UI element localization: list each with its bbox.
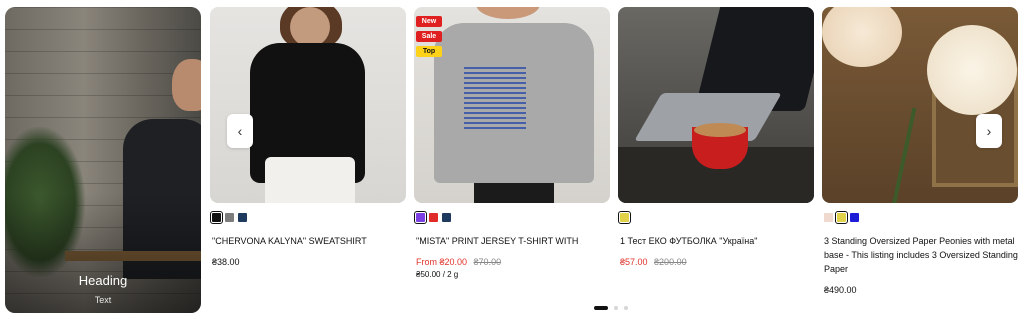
swatch-blush[interactable] (824, 212, 833, 222)
product-card[interactable]: 1 Тест ЕКО ФУТБОЛКА "Україна" ₴57.00 ₴20… (618, 7, 814, 267)
badge-top: Top (416, 46, 442, 57)
product-card[interactable]: New Sale Top "MISTA" PRINT JERSEY T-SHIR… (414, 7, 610, 279)
peony-large (927, 25, 1017, 115)
product-name[interactable]: "CHERVONA KALYNA" SWEATSHIRT (210, 234, 406, 248)
tshirt-print (464, 67, 526, 129)
product-image[interactable] (618, 7, 814, 203)
color-swatches (822, 210, 1018, 224)
color-swatches (210, 210, 406, 224)
pagination-dot[interactable] (594, 306, 608, 310)
model-head-image (172, 59, 201, 111)
product-name[interactable]: "MISTA" PRINT JERSEY T-SHIRT WITH (414, 234, 610, 248)
product-price: ₴38.00 (210, 257, 406, 267)
swatch-gray[interactable] (225, 212, 234, 222)
price-sale: From ₴20.00 (416, 257, 468, 267)
model-chin (476, 7, 540, 19)
prev-button[interactable]: ‹ (227, 114, 253, 148)
chevron-right-icon: › (986, 123, 992, 139)
promo-banner[interactable]: Heading Text (5, 7, 201, 313)
swatch-red[interactable] (429, 212, 438, 222)
price-old: ₴70.00 (473, 257, 502, 267)
promo-heading: Heading (78, 273, 128, 288)
promo-text: Text (94, 295, 112, 305)
next-button[interactable]: › (976, 114, 1002, 148)
unit-price: ₴50.00 / 2 g (416, 270, 459, 279)
price-regular: ₴38.00 (212, 257, 240, 267)
peony-small (822, 7, 902, 67)
flower-stem (891, 107, 917, 203)
swatch-yellow[interactable] (618, 210, 631, 224)
model-head (290, 7, 330, 47)
color-swatches (414, 210, 610, 224)
product-price: ₴490.00 (822, 285, 1018, 295)
pagination-dot[interactable] (624, 306, 628, 310)
chevron-left-icon: ‹ (237, 123, 243, 139)
pagination-dot[interactable] (614, 306, 618, 310)
pants (474, 183, 554, 203)
product-card[interactable]: 3 Standing Oversized Paper Peonies with … (822, 7, 1018, 295)
swatch-black[interactable] (210, 210, 223, 224)
swatch-navy[interactable] (238, 212, 247, 222)
swatch-navy[interactable] (442, 212, 451, 222)
price-regular: ₴490.00 (824, 285, 857, 295)
product-image[interactable]: New Sale Top (414, 7, 610, 203)
price-old: ₴200.00 (654, 257, 687, 267)
product-name[interactable]: 1 Тест ЕКО ФУТБОЛКА "Україна" (618, 234, 814, 248)
badge-new: New (416, 16, 442, 27)
pants (265, 157, 355, 203)
color-swatches (618, 210, 814, 224)
carousel-pagination (594, 306, 628, 310)
product-name[interactable]: 3 Standing Oversized Paper Peonies with … (822, 234, 1018, 276)
product-price: ₴57.00 ₴200.00 (618, 257, 814, 267)
product-image[interactable] (822, 7, 1018, 203)
swatch-purple[interactable] (414, 210, 427, 224)
badge-sale: Sale (416, 31, 442, 42)
swatch-blue[interactable] (850, 212, 859, 222)
price-sale: ₴57.00 (620, 257, 648, 267)
coffee (694, 123, 746, 137)
product-image[interactable] (210, 7, 406, 203)
product-price: From ₴20.00 ₴70.00 (414, 257, 610, 267)
swatch-yellow[interactable] (835, 210, 848, 224)
